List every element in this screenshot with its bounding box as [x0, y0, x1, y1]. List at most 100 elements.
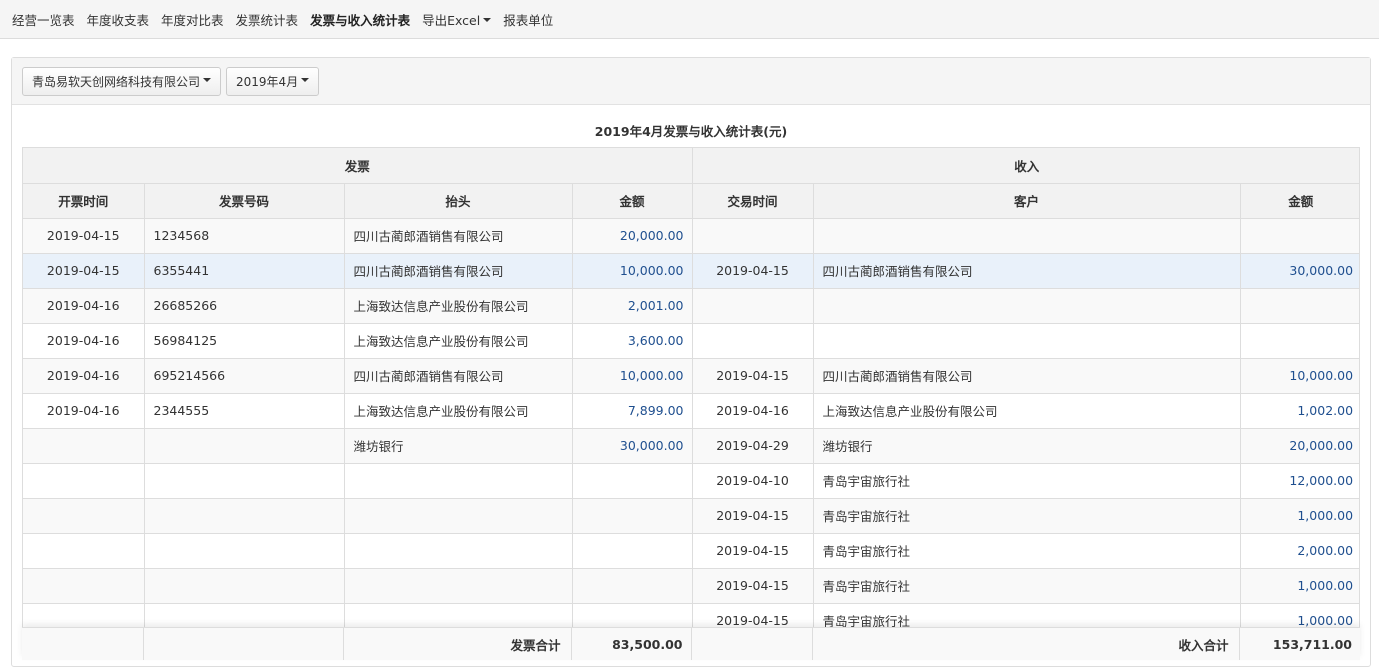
transaction-date-cell: 2019-04-15	[692, 253, 814, 289]
column-header-income-amount: 金额	[1240, 183, 1359, 219]
transaction-date-cell: 2019-04-29	[692, 428, 814, 464]
totals-bar: 发票合计 83,500.00 收入合计 153,711.00	[22, 627, 1360, 660]
issue-date-cell	[23, 428, 145, 464]
table-row[interactable]: 2019-04-16 26685266 上海致达信息产业股份有限公司 2,001.00	[23, 288, 1359, 324]
column-header-invoice-title: 抬头	[344, 183, 573, 219]
invoice-title-cell: 上海致达信息产业股份有限公司	[344, 323, 573, 359]
top-navigation: 经营一览表 年度收支表 年度对比表 发票统计表 发票与收入统计表 导出Excel…	[0, 0, 1379, 39]
invoice-amount-cell: 10,000.00	[572, 253, 693, 289]
invoice-total-value: 83,500.00	[571, 628, 692, 660]
invoice-title-cell: 四川古蔺郎酒销售有限公司	[344, 218, 573, 254]
invoice-number-cell	[144, 428, 345, 464]
totals-empty-cell	[691, 628, 813, 660]
transaction-date-cell: 2019-04-16	[692, 393, 814, 429]
nav-invoice-income-statistics[interactable]: 发票与收入统计表	[304, 10, 416, 29]
nav-operations-overview[interactable]: 经营一览表	[6, 10, 81, 29]
customer-cell	[813, 323, 1241, 359]
totals-row: 发票合计 83,500.00 收入合计 153,711.00	[22, 628, 1360, 660]
invoice-amount-cell	[572, 463, 693, 499]
invoice-number-cell: 1234568	[144, 218, 345, 254]
invoice-amount-cell: 7,899.00	[572, 393, 693, 429]
income-amount-cell: 1,000.00	[1240, 498, 1359, 534]
invoice-title-cell	[344, 533, 573, 569]
issue-date-cell	[23, 533, 145, 569]
invoice-number-cell: 695214566	[144, 358, 345, 394]
totals-empty-cell	[143, 628, 344, 660]
invoice-title-cell: 上海致达信息产业股份有限公司	[344, 393, 573, 429]
invoice-amount-cell	[572, 533, 693, 569]
totals-empty-cell	[22, 628, 144, 660]
customer-cell: 上海致达信息产业股份有限公司	[813, 393, 1241, 429]
income-total-value: 153,711.00	[1239, 628, 1360, 660]
transaction-date-cell: 2019-04-15	[692, 568, 814, 604]
column-header-invoice-amount: 金额	[572, 183, 693, 219]
issue-date-cell: 2019-04-16	[23, 358, 145, 394]
income-amount-cell	[1240, 218, 1359, 254]
report-title: 2019年4月发票与收入统计表(元)	[594, 124, 788, 139]
nav-annual-comparison[interactable]: 年度对比表	[155, 10, 230, 29]
invoice-amount-cell	[572, 498, 693, 534]
invoice-total-label: 发票合计	[343, 628, 572, 660]
income-amount-cell: 1,002.00	[1240, 393, 1359, 429]
table-row[interactable]: 2019-04-16 2344555 上海致达信息产业股份有限公司 7,899.00 2…	[23, 393, 1359, 429]
income-amount-cell: 20,000.00	[1240, 428, 1359, 464]
transaction-date-cell: 2019-04-10	[692, 463, 814, 499]
nav-annual-income-expense[interactable]: 年度收支表	[81, 10, 156, 29]
invoice-amount-cell: 3,600.00	[572, 323, 693, 359]
invoice-amount-cell: 20,000.00	[572, 218, 693, 254]
table-row[interactable]: 2019-04-15 6355441 四川古蔺郎酒销售有限公司 10,000.00 20…	[23, 253, 1359, 289]
table-row[interactable]: 2019-04-16 56984125 上海致达信息产业股份有限公司 3,600.00	[23, 323, 1359, 359]
transaction-date-cell	[692, 323, 814, 359]
invoice-number-cell	[144, 463, 345, 499]
table-row[interactable]: 2019-04-15 青岛宇宙旅行社 1,000.00	[23, 498, 1359, 534]
chevron-down-icon	[203, 78, 212, 82]
income-amount-cell: 30,000.00	[1240, 253, 1359, 289]
column-header-issue-date: 开票时间	[23, 183, 145, 219]
invoice-title-cell	[344, 463, 573, 499]
export-excel-label: 导出Excel	[422, 12, 481, 28]
invoice-title-cell: 四川古蔺郎酒销售有限公司	[344, 253, 573, 289]
transaction-date-cell: 2019-04-15	[692, 533, 814, 569]
issue-date-cell	[23, 498, 145, 534]
issue-date-cell: 2019-04-16	[23, 288, 145, 324]
invoice-title-cell	[344, 568, 573, 604]
customer-cell: 青岛宇宙旅行社	[813, 568, 1241, 604]
nav-invoice-statistics[interactable]: 发票统计表	[230, 10, 305, 29]
invoice-amount-cell: 10,000.00	[572, 358, 693, 394]
invoice-amount-cell: 2,001.00	[572, 288, 693, 324]
invoice-number-cell: 56984125	[144, 323, 345, 359]
report-table-container[interactable]: 发票 收入 开票时间 发票号码 抬头 金额 交易时间 客户 金额 2019-04…	[22, 147, 1360, 659]
table-row[interactable]: 2019-04-15 青岛宇宙旅行社 2,000.00	[23, 533, 1359, 569]
invoice-number-cell: 6355441	[144, 253, 345, 289]
transaction-date-cell	[692, 218, 814, 254]
issue-date-cell: 2019-04-15	[23, 253, 145, 289]
issue-date-cell: 2019-04-15	[23, 218, 145, 254]
income-amount-cell: 2,000.00	[1240, 533, 1359, 569]
column-header-transaction-date: 交易时间	[692, 183, 814, 219]
invoice-amount-cell	[572, 568, 693, 604]
invoice-title-cell	[344, 498, 573, 534]
table-row[interactable]: 2019-04-10 青岛宇宙旅行社 12,000.00	[23, 463, 1359, 499]
transaction-date-cell: 2019-04-15	[692, 358, 814, 394]
company-dropdown[interactable]: 青岛易软天创网络科技有限公司	[22, 66, 222, 96]
income-amount-cell: 1,000.00	[1240, 568, 1359, 604]
invoice-number-cell	[144, 533, 345, 569]
report-table: 发票 收入 开票时间 发票号码 抬头 金额 交易时间 客户 金额 2019-04…	[23, 148, 1359, 639]
table-row[interactable]: 2019-04-16 695214566 四川古蔺郎酒销售有限公司 10,000.00…	[23, 358, 1359, 394]
table-row[interactable]: 2019-04-15 青岛宇宙旅行社 1,000.00	[23, 568, 1359, 604]
customer-cell: 四川古蔺郎酒销售有限公司	[813, 253, 1241, 289]
customer-cell	[813, 288, 1241, 324]
period-dropdown[interactable]: 2019年4月	[226, 66, 320, 96]
nav-export-excel[interactable]: 导出Excel	[416, 10, 497, 29]
invoice-title-cell: 潍坊银行	[344, 428, 573, 464]
table-row[interactable]: 2019-04-15 1234568 四川古蔺郎酒销售有限公司 20,000.00	[23, 218, 1359, 254]
group-header-income: 收入	[692, 148, 1359, 184]
issue-date-cell: 2019-04-16	[23, 393, 145, 429]
invoice-number-cell: 26685266	[144, 288, 345, 324]
table-row[interactable]: 潍坊银行 30,000.00 2019-04-29 潍坊银行 20,000.00	[23, 428, 1359, 464]
customer-cell: 潍坊银行	[813, 428, 1241, 464]
nav-report-unit[interactable]: 报表单位	[497, 10, 559, 29]
group-header-invoice: 发票	[23, 148, 693, 184]
income-amount-cell	[1240, 288, 1359, 324]
income-total-label: 收入合计	[812, 628, 1240, 660]
